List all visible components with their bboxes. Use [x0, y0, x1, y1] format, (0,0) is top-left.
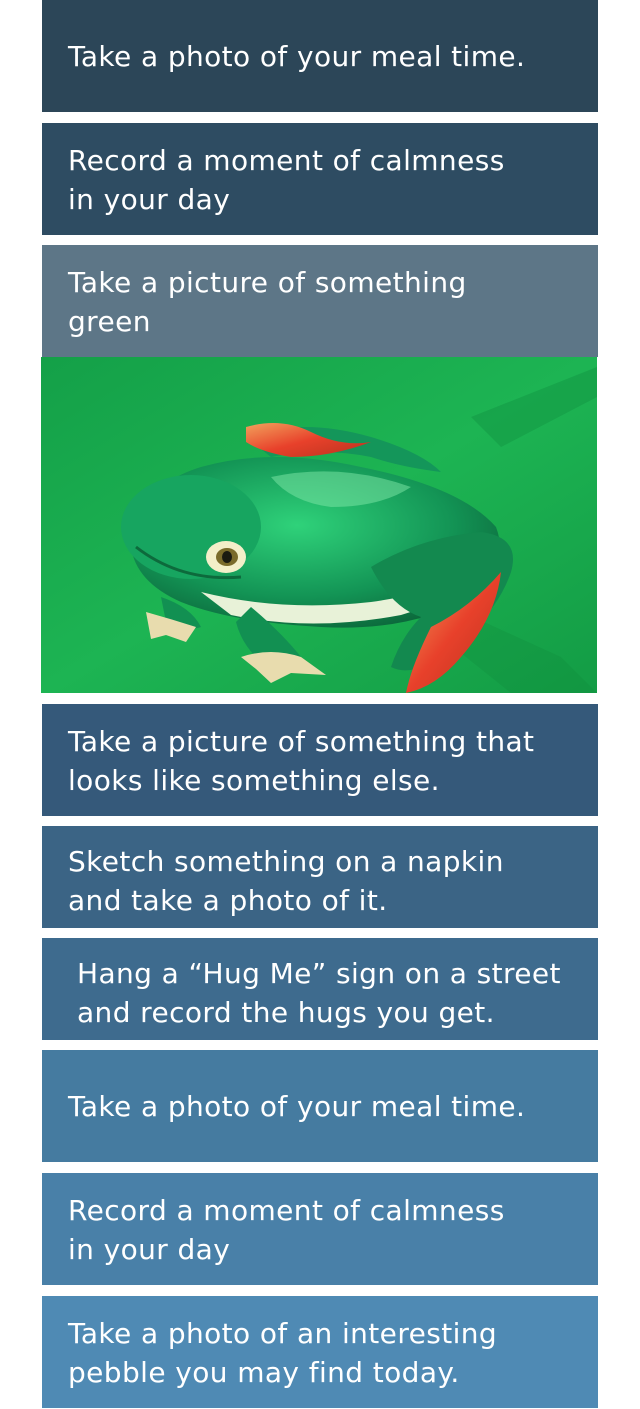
challenge-card-text: Take a photo of your meal time. [68, 1089, 526, 1123]
frog-photo[interactable] [41, 357, 597, 693]
challenge-card-something-green[interactable]: Take a picture of something green [42, 245, 598, 357]
challenge-card-line: Hang a “Hug Me” sign on a street [77, 957, 561, 990]
challenge-card-napkin-sketch[interactable]: Sketch something on a napkin and take a … [42, 826, 598, 928]
challenge-card-looks-like[interactable]: Take a picture of something that looks l… [42, 704, 598, 816]
challenge-card-line: Record a moment of calmness [68, 1194, 505, 1227]
challenge-card-text: Take a photo of your meal time. [68, 39, 526, 73]
challenge-card-line: green [68, 305, 151, 338]
challenge-card-hug-me-sign[interactable]: Hang a “Hug Me” sign on a street and rec… [42, 938, 598, 1040]
challenge-card-line: Take a picture of something [68, 266, 467, 299]
challenge-card-meal-photo[interactable]: Take a photo of your meal time. [42, 1050, 598, 1162]
challenge-card-line: looks like something else. [68, 764, 440, 797]
challenge-card-line: and take a photo of it. [68, 884, 388, 917]
challenge-card-line: and record the hugs you get. [77, 996, 495, 1029]
challenge-card-meal-photo[interactable]: Take a photo of your meal time. [42, 0, 598, 112]
challenge-card-pebble-photo[interactable]: Take a photo of an interesting pebble yo… [42, 1296, 598, 1408]
challenge-card-line: Take a photo of an interesting [68, 1317, 498, 1350]
challenge-card-line: pebble you may find today. [68, 1356, 460, 1389]
challenge-card-line: in your day [68, 183, 231, 216]
frog-illustration [41, 357, 597, 693]
challenge-card-calm-moment[interactable]: Record a moment of calmness in your day [42, 1173, 598, 1285]
challenge-card-calm-moment[interactable]: Record a moment of calmness in your day [42, 123, 598, 235]
challenge-card-line: Take a picture of something that [68, 725, 535, 758]
challenge-card-line: in your day [68, 1233, 231, 1266]
challenge-card-line: Record a moment of calmness [68, 144, 505, 177]
challenge-card-line: Sketch something on a napkin [68, 845, 504, 878]
